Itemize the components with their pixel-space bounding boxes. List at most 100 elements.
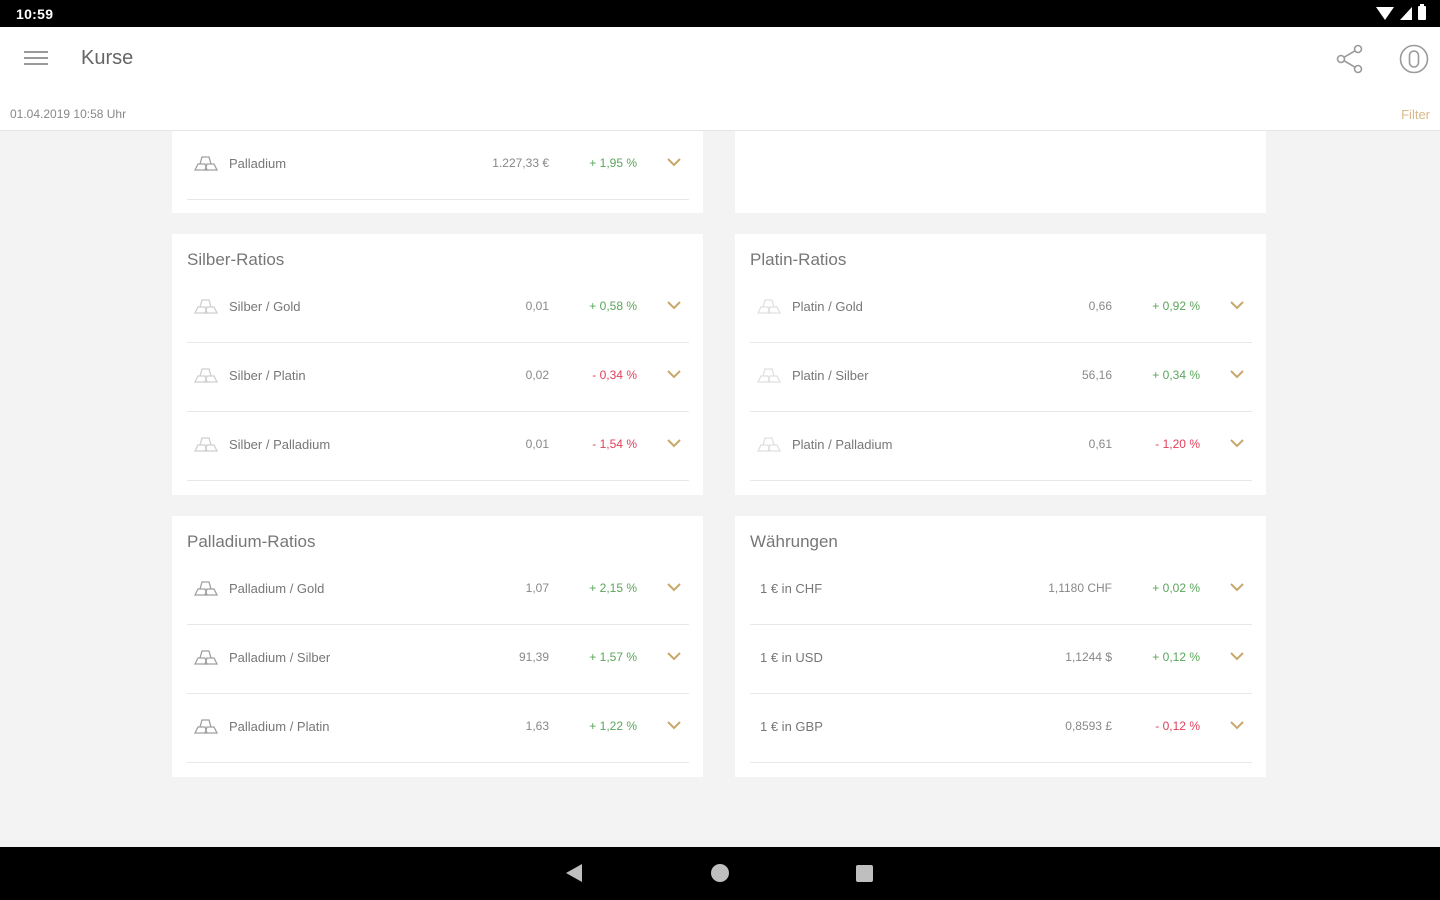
bars-icon xyxy=(193,156,219,171)
rate-change: + 2,15 % xyxy=(589,581,637,595)
rate-change: + 0,92 % xyxy=(1152,299,1200,313)
bars-icon xyxy=(756,299,782,314)
last-updated-timestamp: 01.04.2019 10:58 Uhr xyxy=(10,107,127,121)
rate-row-palladium[interactable]: Palladium 1.227,33 € + 1,95 % xyxy=(187,131,689,200)
rate-value: 0,66 xyxy=(1088,299,1112,313)
rate-change: - 1,54 % xyxy=(592,437,637,451)
bars-icon xyxy=(193,581,219,596)
account-icon[interactable] xyxy=(1398,43,1430,75)
rate-name: Palladium / Platin xyxy=(229,719,330,734)
rate-value: 1,1180 CHF xyxy=(1048,581,1112,595)
menu-icon[interactable] xyxy=(24,51,48,67)
rate-row-eur-gbp[interactable]: 1 € in GBP 0,8593 £ - 0,12 % xyxy=(750,694,1252,763)
card-metals: Palladium 1.227,33 € + 1,95 % xyxy=(172,131,703,213)
rate-value: 1,1244 $ xyxy=(1065,650,1112,664)
status-time: 10:59 xyxy=(16,6,54,22)
rate-row-palladium-gold[interactable]: Palladium / Gold 1,07 + 2,15 % xyxy=(187,556,689,625)
page-title: Kurse xyxy=(81,47,134,69)
chevron-down-icon[interactable] xyxy=(1230,720,1244,730)
card-title: Silber-Ratios xyxy=(187,250,285,269)
rate-change: + 0,02 % xyxy=(1152,581,1200,595)
rate-name: 1 € in GBP xyxy=(760,719,823,734)
battery-icon xyxy=(1418,4,1426,20)
rate-change: + 1,95 % xyxy=(589,156,637,170)
bars-icon xyxy=(193,299,219,314)
rate-value: 1.227,33 € xyxy=(492,156,549,170)
bars-icon xyxy=(193,368,219,383)
card-title: Palladium-Ratios xyxy=(187,532,316,551)
rate-name: Silber / Platin xyxy=(229,368,306,383)
chevron-down-icon[interactable] xyxy=(1230,651,1244,661)
rate-row-eur-usd[interactable]: 1 € in USD 1,1244 $ + 0,12 % xyxy=(750,625,1252,694)
bars-icon xyxy=(193,437,219,452)
rate-row-silber-palladium[interactable]: Silber / Palladium 0,01 - 1,54 % xyxy=(187,412,689,481)
chevron-down-icon[interactable] xyxy=(1230,300,1244,310)
card-empty xyxy=(735,131,1266,213)
chevron-down-icon[interactable] xyxy=(667,438,681,448)
card-title: Platin-Ratios xyxy=(750,250,847,269)
rate-change: + 1,22 % xyxy=(589,719,637,733)
rate-row-platin-palladium[interactable]: Platin / Palladium 0,61 - 1,20 % xyxy=(750,412,1252,481)
rate-row-platin-gold[interactable]: Platin / Gold 0,66 + 0,92 % xyxy=(750,274,1252,343)
card-platin-ratios: Platin-Ratios Platin / Gold 0,66 + 0,92 … xyxy=(735,234,1266,495)
rate-row-silber-platin[interactable]: Silber / Platin 0,02 - 0,34 % xyxy=(187,343,689,412)
rate-value: 0,8593 £ xyxy=(1065,719,1112,733)
rate-row-palladium-silber[interactable]: Palladium / Silber 91,39 + 1,57 % xyxy=(187,625,689,694)
rate-change: + 0,58 % xyxy=(589,299,637,313)
rate-name: 1 € in CHF xyxy=(760,581,823,596)
rate-change: + 0,12 % xyxy=(1152,650,1200,664)
rate-row-platin-silber[interactable]: Platin / Silber 56,16 + 0,34 % xyxy=(750,343,1252,412)
rate-name: Platin / Palladium xyxy=(792,437,893,452)
chevron-down-icon[interactable] xyxy=(1230,369,1244,379)
chevron-down-icon[interactable] xyxy=(667,157,681,167)
home-icon[interactable] xyxy=(711,864,729,882)
bars-icon xyxy=(756,437,782,452)
rate-name: Palladium / Silber xyxy=(229,650,331,665)
chevron-down-icon[interactable] xyxy=(667,300,681,310)
rate-change: - 0,12 % xyxy=(1155,719,1200,733)
rate-change: - 0,34 % xyxy=(592,368,637,382)
bars-icon xyxy=(756,368,782,383)
chevron-down-icon[interactable] xyxy=(667,582,681,592)
rate-name: 1 € in USD xyxy=(760,650,823,665)
chevron-down-icon[interactable] xyxy=(667,369,681,379)
rates-content: Palladium 1.227,33 € + 1,95 % Silber-Rat… xyxy=(0,131,1440,847)
rate-value: 0,01 xyxy=(525,299,549,313)
chevron-down-icon[interactable] xyxy=(667,651,681,661)
filter-button[interactable]: Filter xyxy=(1401,107,1430,122)
status-icons xyxy=(1376,4,1426,20)
rate-value: 0,01 xyxy=(525,437,549,451)
rate-row-eur-chf[interactable]: 1 € in CHF 1,1180 CHF + 0,02 % xyxy=(750,556,1252,625)
chevron-down-icon[interactable] xyxy=(667,720,681,730)
rate-change: + 0,34 % xyxy=(1152,368,1200,382)
rate-value: 56,16 xyxy=(1081,368,1112,382)
card-palladium-ratios: Palladium-Ratios Palladium / Gold 1,07 +… xyxy=(172,516,703,777)
system-nav-bar xyxy=(0,847,1440,900)
rate-name: Platin / Gold xyxy=(792,299,863,314)
card-waehrungen: Währungen 1 € in CHF 1,1180 CHF + 0,02 %… xyxy=(735,516,1266,777)
bars-icon xyxy=(193,650,219,665)
rate-name: Palladium xyxy=(229,156,287,171)
wifi-icon xyxy=(1376,6,1394,20)
rate-name: Silber / Gold xyxy=(229,299,301,314)
rate-value: 0,02 xyxy=(525,368,549,382)
app-bar: Kurse 01.04.2019 10:58 Uhr Filter xyxy=(0,27,1440,131)
rate-name: Palladium / Gold xyxy=(229,581,325,596)
chevron-down-icon[interactable] xyxy=(1230,582,1244,592)
card-title: Währungen xyxy=(750,532,838,551)
rate-row-palladium-platin[interactable]: Palladium / Platin 1,63 + 1,22 % xyxy=(187,694,689,763)
back-icon[interactable] xyxy=(566,864,582,882)
rate-value: 1,63 xyxy=(525,719,549,733)
status-bar: 10:59 xyxy=(0,0,1440,27)
chevron-down-icon[interactable] xyxy=(1230,438,1244,448)
rate-value: 91,39 xyxy=(518,650,549,664)
share-icon[interactable] xyxy=(1334,43,1366,75)
bars-icon xyxy=(193,719,219,734)
rate-name: Platin / Silber xyxy=(792,368,869,383)
rate-value: 1,07 xyxy=(525,581,549,595)
rate-change: + 1,57 % xyxy=(589,650,637,664)
recent-apps-icon[interactable] xyxy=(856,865,873,882)
rate-row-silber-gold[interactable]: Silber / Gold 0,01 + 0,58 % xyxy=(187,274,689,343)
rate-name: Silber / Palladium xyxy=(229,437,331,452)
rate-value: 0,61 xyxy=(1088,437,1112,451)
